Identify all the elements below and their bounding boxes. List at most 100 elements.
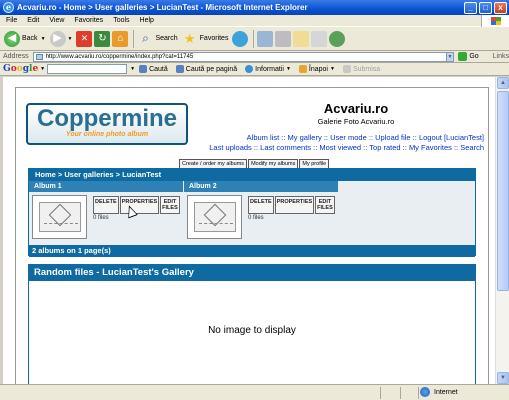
nav-my-favorites[interactable]: My Favorites <box>409 143 452 152</box>
nav-user-mode[interactable]: User mode <box>330 133 367 142</box>
favorites-button[interactable]: ★ Favorites <box>182 31 229 47</box>
back-arrow-icon: ◀ <box>4 30 20 47</box>
delete-album-button[interactable]: DELETE <box>248 196 274 214</box>
nav-most-viewed[interactable]: Most viewed <box>319 143 361 152</box>
messenger-icon[interactable] <box>329 30 346 47</box>
search-button[interactable]: ⌕ Search <box>137 31 178 47</box>
address-bar: Address http://www.acvariu.ro/coppermine… <box>0 51 509 63</box>
window-title: Acvariu.ro - Home > User galleries > Luc… <box>17 3 308 12</box>
refresh-icon[interactable]: ↻ <box>94 30 111 47</box>
submit-icon <box>342 65 351 73</box>
favorites-label: Favorites <box>199 35 229 42</box>
google-search-icon <box>139 65 148 73</box>
menu-help[interactable]: Help <box>140 17 154 24</box>
nav-my-gallery[interactable]: My gallery <box>288 133 322 142</box>
google-search-button[interactable]: Caută <box>139 65 168 73</box>
edit-files-button[interactable]: EDIT FILES <box>315 196 335 214</box>
google-toolbar: Google ▼ ▼ Caută Caută pe pagină Informa… <box>0 63 509 76</box>
top-navigation: Album list :: My gallery :: User mode ::… <box>209 133 484 152</box>
site-title: Acvariu.ro <box>323 101 389 116</box>
menu-file[interactable]: File <box>6 17 17 24</box>
nav-upload-file[interactable]: Upload file <box>375 133 410 142</box>
address-input[interactable]: http://www.acvariu.ro/coppermine/index.p… <box>32 51 447 62</box>
go-button[interactable]: Go <box>458 52 479 61</box>
album-thumbnail[interactable] <box>32 195 87 239</box>
menu-view[interactable]: View <box>49 17 64 24</box>
google-info-button[interactable]: Informatii ▼ <box>245 65 291 73</box>
album-controls: DELETE PROPERTIES EDIT FILES <box>93 196 181 214</box>
album-count-footer: 2 albums on 1 page(s) <box>29 245 475 257</box>
page-icon <box>35 53 43 60</box>
nav-top-rated[interactable]: Top rated <box>369 143 400 152</box>
home-icon[interactable]: ⌂ <box>112 30 129 47</box>
coppermine-logo[interactable]: Coppermine Your online photo album <box>26 103 188 145</box>
windows-logo-icon <box>481 15 509 27</box>
google-logo[interactable]: Google <box>3 64 38 74</box>
window-titlebar: e Acvariu.ro - Home > User galleries > L… <box>0 0 509 15</box>
back-button[interactable]: ◀ Back ▼ <box>4 30 46 47</box>
nav-search[interactable]: Search <box>460 143 484 152</box>
album-cell-empty <box>339 181 475 245</box>
globe-icon <box>420 387 430 397</box>
back-icon <box>298 65 307 73</box>
address-dropdown-icon[interactable]: ▼ <box>445 51 455 62</box>
album-cell: Album 1 DELETE PROPERTIES EDIT FILES 0 fi… <box>29 181 183 245</box>
google-site-search-button[interactable]: Caută pe pagină <box>175 65 237 73</box>
site-description: Galerie Foto Acvariu.ro <box>317 117 395 126</box>
go-arrow-icon <box>458 52 468 61</box>
vertical-scrollbar[interactable]: ▲ ▼ <box>495 77 509 384</box>
menubar: File Edit View Favorites Tools Help <box>0 15 509 27</box>
close-button[interactable]: x <box>494 1 507 14</box>
address-url: http://www.acvariu.ro/coppermine/index.p… <box>45 53 194 60</box>
ie-logo-icon: e <box>3 2 14 13</box>
menu-edit[interactable]: Edit <box>27 17 39 24</box>
album-properties-button[interactable]: PROPERTIES <box>274 196 315 214</box>
maximize-button[interactable]: □ <box>479 1 492 14</box>
page-viewport: Coppermine Your online photo album Acvar… <box>3 77 495 384</box>
site-search-icon <box>175 65 184 73</box>
album-file-count: 0 files <box>248 215 264 221</box>
zone-label: Internet <box>434 388 458 396</box>
album-controls: DELETE PROPERTIES EDIT FILES <box>248 196 336 214</box>
nav-album-list[interactable]: Album list <box>247 133 280 142</box>
menu-favorites[interactable]: Favorites <box>74 17 103 24</box>
forward-arrow-icon: ▶ <box>49 30 66 47</box>
ie-toolbar: ◀ Back ▼ ▶ ▼ ✕ ↻ ⌂ ⌕ Search ★ Favorites <box>0 27 509 51</box>
random-files-title: Random files - LucianTest's Gallery <box>29 265 475 281</box>
breadcrumb[interactable]: Home > User galleries > LucianTest <box>29 169 475 181</box>
history-icon[interactable] <box>232 30 249 47</box>
edit-icon[interactable] <box>293 30 310 47</box>
minimize-button[interactable]: _ <box>464 1 477 14</box>
album-cell: Album 2 DELETE PROPERTIES EDIT FILES 0 fi… <box>184 181 338 245</box>
forward-button[interactable]: ▶ ▼ <box>49 30 72 47</box>
go-label: Go <box>469 53 479 60</box>
album-grid: Album 1 DELETE PROPERTIES EDIT FILES 0 fi… <box>29 181 475 245</box>
info-icon <box>245 65 254 73</box>
album-title[interactable]: Album 2 <box>184 181 338 192</box>
star-icon: ★ <box>183 30 196 46</box>
nav-last-comments[interactable]: Last comments <box>260 143 311 152</box>
album-title[interactable]: Album 1 <box>29 181 183 192</box>
scroll-up-icon[interactable]: ▲ <box>497 77 509 89</box>
google-back-button[interactable]: Înapoi ▼ <box>298 65 335 73</box>
nav-last-uploads[interactable]: Last uploads <box>209 143 252 152</box>
album-file-count: 0 files <box>93 215 109 221</box>
random-files-section: Random files - LucianTest's Gallery No i… <box>28 264 476 384</box>
nav-logout[interactable]: Logout [LucianTest] <box>419 133 484 142</box>
edit-files-button[interactable]: EDIT FILES <box>160 196 180 214</box>
logo-main-text: Coppermine <box>36 105 177 132</box>
print-icon[interactable] <box>275 30 292 47</box>
stop-icon[interactable]: ✕ <box>76 30 93 47</box>
scroll-down-icon[interactable]: ▼ <box>497 372 509 384</box>
links-button[interactable]: Links <box>493 53 509 60</box>
mail-icon[interactable] <box>257 30 274 47</box>
discuss-icon[interactable] <box>311 30 328 47</box>
google-search-input[interactable] <box>47 64 128 74</box>
album-thumbnail[interactable] <box>187 195 242 239</box>
delete-album-button[interactable]: DELETE <box>93 196 119 214</box>
gallery-page: Coppermine Your online photo album Acvar… <box>15 87 489 384</box>
scrollbar-thumb[interactable] <box>497 91 509 291</box>
search-label: Search <box>155 35 178 42</box>
google-submit-button[interactable]: Submisa <box>342 65 380 73</box>
menu-tools[interactable]: Tools <box>113 17 129 24</box>
